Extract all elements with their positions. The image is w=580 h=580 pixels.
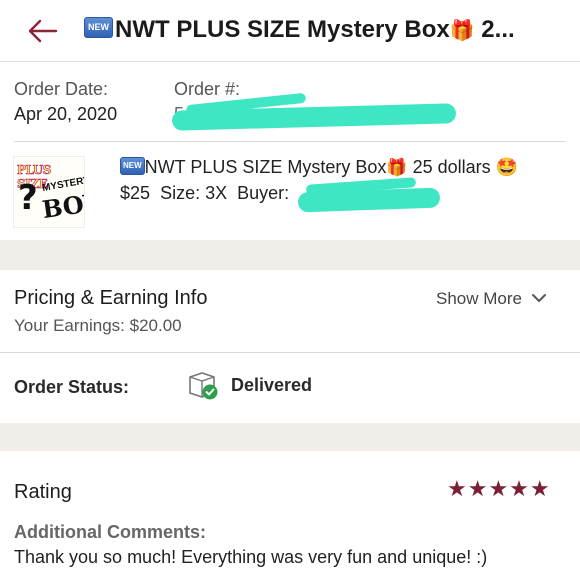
- section-separator: [0, 240, 580, 270]
- page-title-text: NWT PLUS SIZE Mystery Box: [115, 16, 450, 43]
- item-thumbnail: PLUS SIZE ? MYSTERY BOX: [13, 156, 85, 228]
- earnings-text: Your Earnings: $20.00: [14, 316, 182, 335]
- order-number-label: Order #:: [174, 79, 241, 99]
- item-price: $25: [120, 183, 151, 203]
- page-title: NEW NWT PLUS SIZE Mystery Box🎁 2...: [84, 16, 564, 44]
- star-struck-emoji-icon: 🤩: [495, 157, 519, 177]
- item-title: NEW NWT PLUS SIZE Mystery Box🎁 25 dollars…: [120, 157, 518, 178]
- rating-section: Rating ★★★★★ Additional Comments: Thank …: [0, 451, 580, 580]
- pricing-section: Pricing & Earning Info Your Earnings: $2…: [0, 270, 580, 352]
- item-meta: $25 Size: 3X Buyer:: [120, 183, 289, 204]
- order-date-label: Order Date:: [14, 79, 109, 99]
- new-badge: NEW: [84, 17, 113, 39]
- back-button[interactable]: [26, 17, 60, 45]
- buyer-label: Buyer:: [237, 183, 290, 203]
- comments-label: Additional Comments:: [14, 522, 206, 542]
- chevron-down-icon: [531, 293, 546, 302]
- pricing-title: Pricing & Earning Info: [14, 287, 208, 309]
- section-separator: [0, 423, 580, 451]
- item-title-suffix: 25 dollars: [407, 157, 496, 177]
- order-item[interactable]: PLUS SIZE ? MYSTERY BOX NEW NWT PLUS SIZE…: [0, 145, 580, 240]
- order-date-value: Apr 20, 2020: [14, 104, 118, 124]
- new-badge: NEW: [120, 157, 145, 176]
- order-status-value: Delivered: [231, 375, 313, 395]
- delivered-box-icon: [189, 372, 218, 400]
- gift-icon: 🎁: [386, 158, 408, 177]
- order-status-label: Order Status:: [14, 377, 130, 397]
- gift-icon: 🎁: [449, 20, 475, 42]
- show-more-button[interactable]: Show More: [436, 289, 547, 309]
- back-arrow-icon: [28, 19, 58, 43]
- page-title-tail: 2...: [474, 16, 515, 43]
- comment-text: Thank you so much! Everything was very f…: [14, 547, 488, 567]
- order-info: Order Date: Apr 20, 2020 Order #: 5e0df6: [0, 63, 580, 141]
- order-status-section: Order Status: Delivered: [0, 353, 580, 423]
- item-title-text: NWT PLUS SIZE Mystery Box: [144, 157, 387, 177]
- divider: [14, 141, 566, 142]
- show-more-label: Show More: [436, 289, 522, 308]
- rating-title: Rating: [14, 481, 72, 503]
- thumb-text: ?: [18, 178, 38, 218]
- rating-stars: ★★★★★: [447, 476, 551, 501]
- header-bar: NEW NWT PLUS SIZE Mystery Box🎁 2...: [0, 0, 580, 62]
- item-size: Size: 3X: [160, 183, 228, 203]
